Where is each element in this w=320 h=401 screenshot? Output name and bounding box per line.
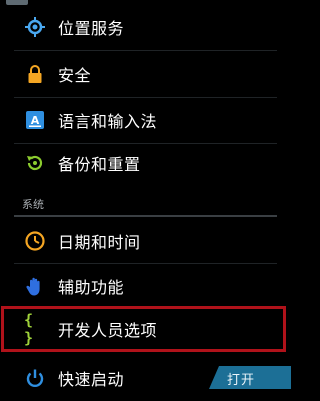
settings-item-label: 快速启动: [58, 370, 125, 389]
settings-item-label: 位置服务: [58, 19, 125, 38]
settings-item-datetime[interactable]: 日期和时间: [0, 218, 291, 264]
location-icon: [24, 16, 46, 38]
keyboard-icon: A: [24, 109, 46, 131]
settings-item-label: 辅助功能: [58, 278, 125, 297]
settings-item-language[interactable]: A 语言和输入法: [0, 97, 291, 143]
highlight-box: [1, 306, 286, 352]
settings-item-security[interactable]: 安全: [0, 51, 291, 97]
settings-item-location[interactable]: 位置服务: [0, 4, 291, 50]
settings-item-label: 日期和时间: [58, 233, 141, 252]
lock-icon: [24, 63, 46, 85]
hand-icon: [24, 275, 46, 297]
settings-item-label: 备份和重置: [58, 155, 141, 174]
clock-icon: [24, 230, 46, 252]
backup-restore-icon: [24, 152, 46, 174]
power-icon: [24, 367, 46, 389]
settings-item-backup[interactable]: 备份和重置: [0, 140, 291, 186]
quick-boot-toggle[interactable]: 打开: [209, 366, 291, 389]
section-divider: [14, 215, 277, 217]
toggle-label: 打开: [227, 373, 256, 388]
settings-item-accessibility[interactable]: 辅助功能: [0, 263, 291, 309]
settings-item-label: 语言和输入法: [58, 112, 158, 131]
section-header-system: 系统: [22, 198, 44, 211]
settings-item-label: 安全: [58, 66, 92, 85]
svg-text:A: A: [31, 114, 40, 127]
